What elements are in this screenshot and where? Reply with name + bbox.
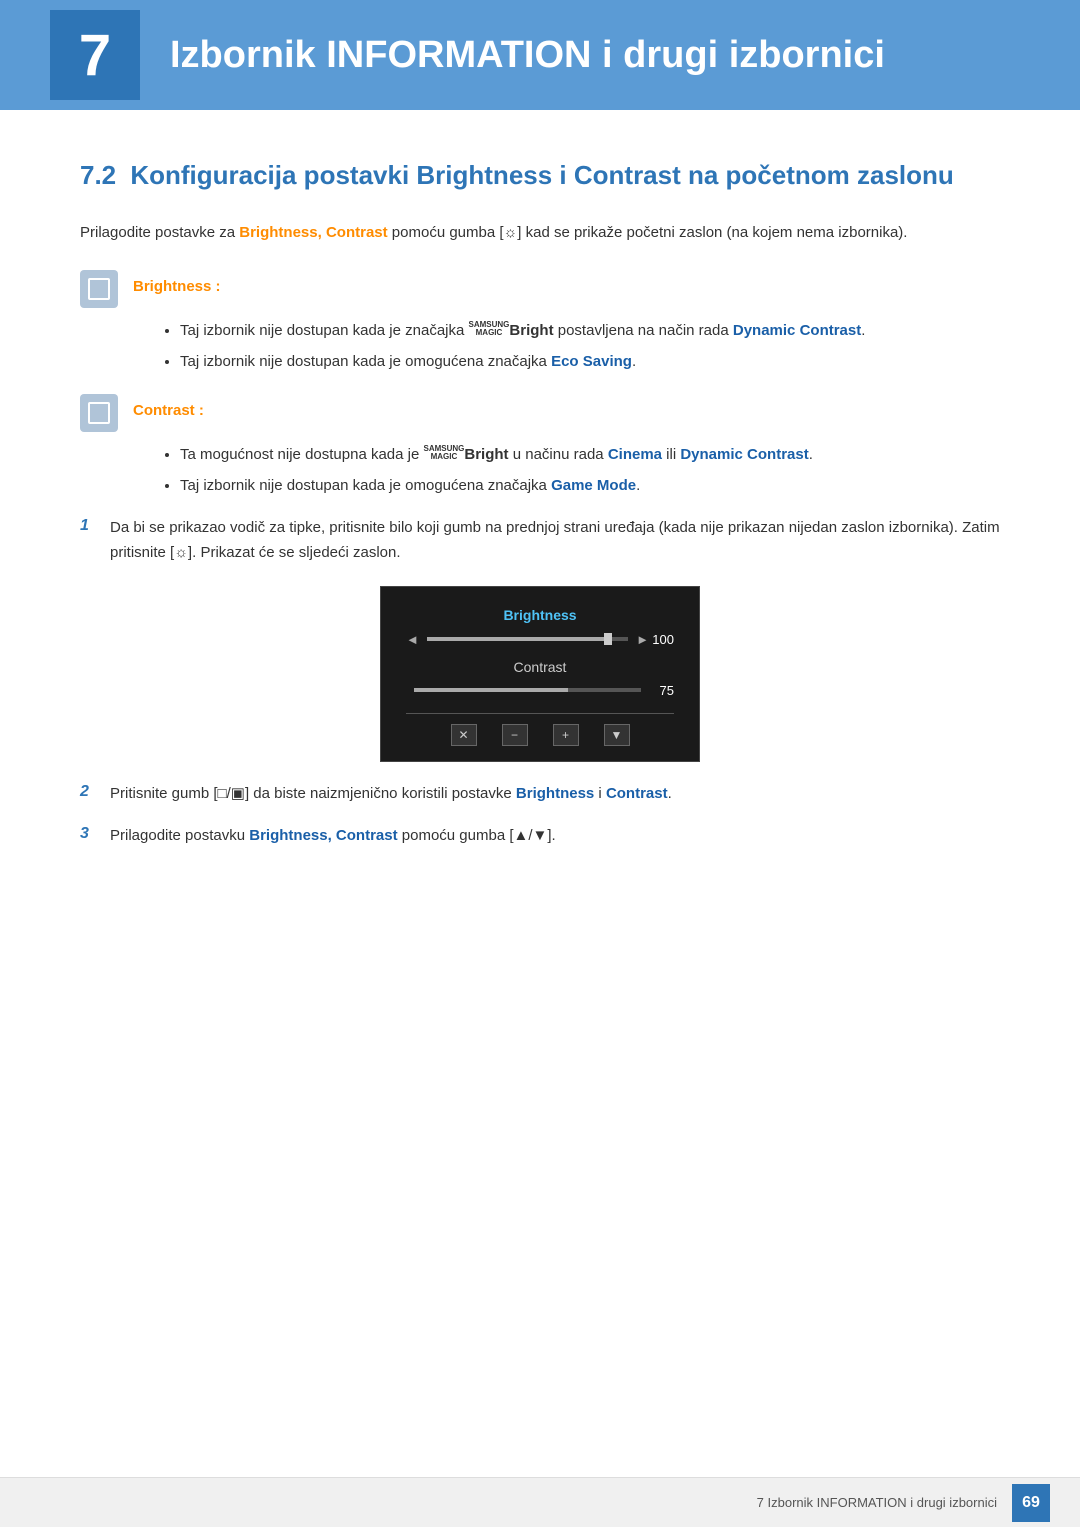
contrast-bullet-2: Taj izbornik nije dostupan kada je omogu…: [180, 473, 1000, 499]
intro-highlight: Brightness, Contrast: [239, 224, 387, 241]
osd-btn-plus: +: [553, 724, 579, 746]
step-3-text: Prilagodite postavku Brightness, Contras…: [110, 824, 1000, 849]
main-content: 7.2 Konfiguracija postavki Brightness i …: [0, 110, 1080, 947]
osd-contrast-label: Contrast: [406, 659, 674, 675]
section-heading: 7.2 Konfiguracija postavki Brightness i …: [80, 160, 1000, 191]
step-1-text: Da bi se prikazao vodič za tipke, pritis…: [110, 516, 1000, 566]
chapter-number: 7: [79, 22, 111, 89]
step-3-number: 3: [80, 824, 110, 843]
osd-left-arrow: ◄: [406, 632, 419, 647]
brightness-note-block: Brightness :: [80, 270, 1000, 308]
osd-screen: Brightness ◄ ► 100 Contrast 75 ✕ − + ▼: [380, 586, 700, 762]
magic-bright-label-2: SAMSUNGMAGIC: [424, 445, 465, 461]
header-title: Izbornik INFORMATION i drugi izbornici: [170, 34, 885, 77]
step-3: 3 Prilagodite postavku Brightness, Contr…: [80, 824, 1000, 849]
dynamic-contrast-highlight-1: Dynamic Contrast: [733, 322, 861, 339]
bright-label-2: Bright: [464, 446, 508, 463]
contrast-note-icon-inner: [88, 402, 110, 424]
osd-brightness-label: Brightness: [503, 607, 576, 623]
page-header: 7 Izbornik INFORMATION i drugi izbornici: [0, 0, 1080, 110]
osd-brightness-value: 100: [649, 632, 674, 647]
brightness-note-label: Brightness :: [133, 270, 221, 295]
osd-btn-x: ✕: [451, 724, 477, 746]
brightness-highlight-step2: Brightness: [516, 785, 594, 802]
intro-text-middle: pomoću gumba [☼] kad se prikaže početni …: [388, 224, 908, 241]
brightness-contrast-highlight-step3: Brightness, Contrast: [249, 827, 397, 844]
magic-bright-label: SAMSUNGMAGIC: [469, 321, 510, 337]
intro-paragraph: Prilagodite postavke za Brightness, Cont…: [80, 221, 1000, 245]
osd-btn-down: ▼: [604, 724, 630, 746]
osd-brightness-slider-row: ◄ ► 100: [406, 632, 674, 647]
page-footer: 7 Izbornik INFORMATION i drugi izbornici…: [0, 1477, 1080, 1527]
osd-brightness-fill: [427, 637, 608, 641]
bright-label: Bright: [509, 322, 553, 339]
osd-brightness-track: [427, 637, 628, 641]
footer-text: 7 Izbornik INFORMATION i drugi izbornici: [757, 1495, 997, 1510]
osd-contrast-value: 75: [649, 683, 674, 698]
brightness-bullets: Taj izbornik nije dostupan kada je znača…: [180, 318, 1000, 374]
osd-right-arrow: ►: [636, 632, 649, 647]
footer-page-number: 69: [1012, 1484, 1050, 1522]
eco-saving-highlight: Eco Saving: [551, 353, 632, 370]
brightness-bullet-2: Taj izbornik nije dostupan kada je omogu…: [180, 349, 1000, 375]
osd-contrast-slider-row: 75: [406, 683, 674, 698]
brightness-note-icon: [80, 270, 118, 308]
contrast-highlight-step2: Contrast: [606, 785, 668, 802]
osd-buttons-row: ✕ − + ▼: [406, 724, 674, 746]
osd-divider: [406, 713, 674, 714]
chapter-number-box: 7: [50, 10, 140, 100]
step-1-number: 1: [80, 516, 110, 535]
contrast-bullet-1: Ta mogućnost nije dostupna kada je SAMSU…: [180, 442, 1000, 468]
contrast-note-block: Contrast :: [80, 394, 1000, 432]
contrast-bullets: Ta mogućnost nije dostupna kada je SAMSU…: [180, 442, 1000, 498]
step-2-number: 2: [80, 782, 110, 801]
section-title: Konfiguracija postavki Brightness i Cont…: [130, 160, 953, 190]
osd-contrast-fill: [414, 688, 568, 692]
step-1: 1 Da bi se prikazao vodič za tipke, prit…: [80, 516, 1000, 566]
game-mode-highlight: Game Mode: [551, 477, 636, 494]
brightness-bullet-1: Taj izbornik nije dostupan kada je znača…: [180, 318, 1000, 344]
note-icon-inner: [88, 278, 110, 300]
osd-contrast-track: [414, 688, 641, 692]
intro-text-before: Prilagodite postavke za: [80, 224, 239, 241]
osd-brightness-row: Brightness: [406, 607, 674, 624]
contrast-note-icon: [80, 394, 118, 432]
step-2: 2 Pritisnite gumb [□/▣] da biste naizmje…: [80, 782, 1000, 807]
osd-brightness-thumb: [604, 633, 612, 645]
cinema-highlight: Cinema: [608, 446, 662, 463]
contrast-note-label: Contrast :: [133, 394, 204, 419]
step-2-text: Pritisnite gumb [□/▣] da biste naizmjeni…: [110, 782, 1000, 807]
dynamic-contrast-highlight-2: Dynamic Contrast: [680, 446, 808, 463]
osd-btn-minus: −: [502, 724, 528, 746]
section-number: 7.2: [80, 160, 116, 190]
